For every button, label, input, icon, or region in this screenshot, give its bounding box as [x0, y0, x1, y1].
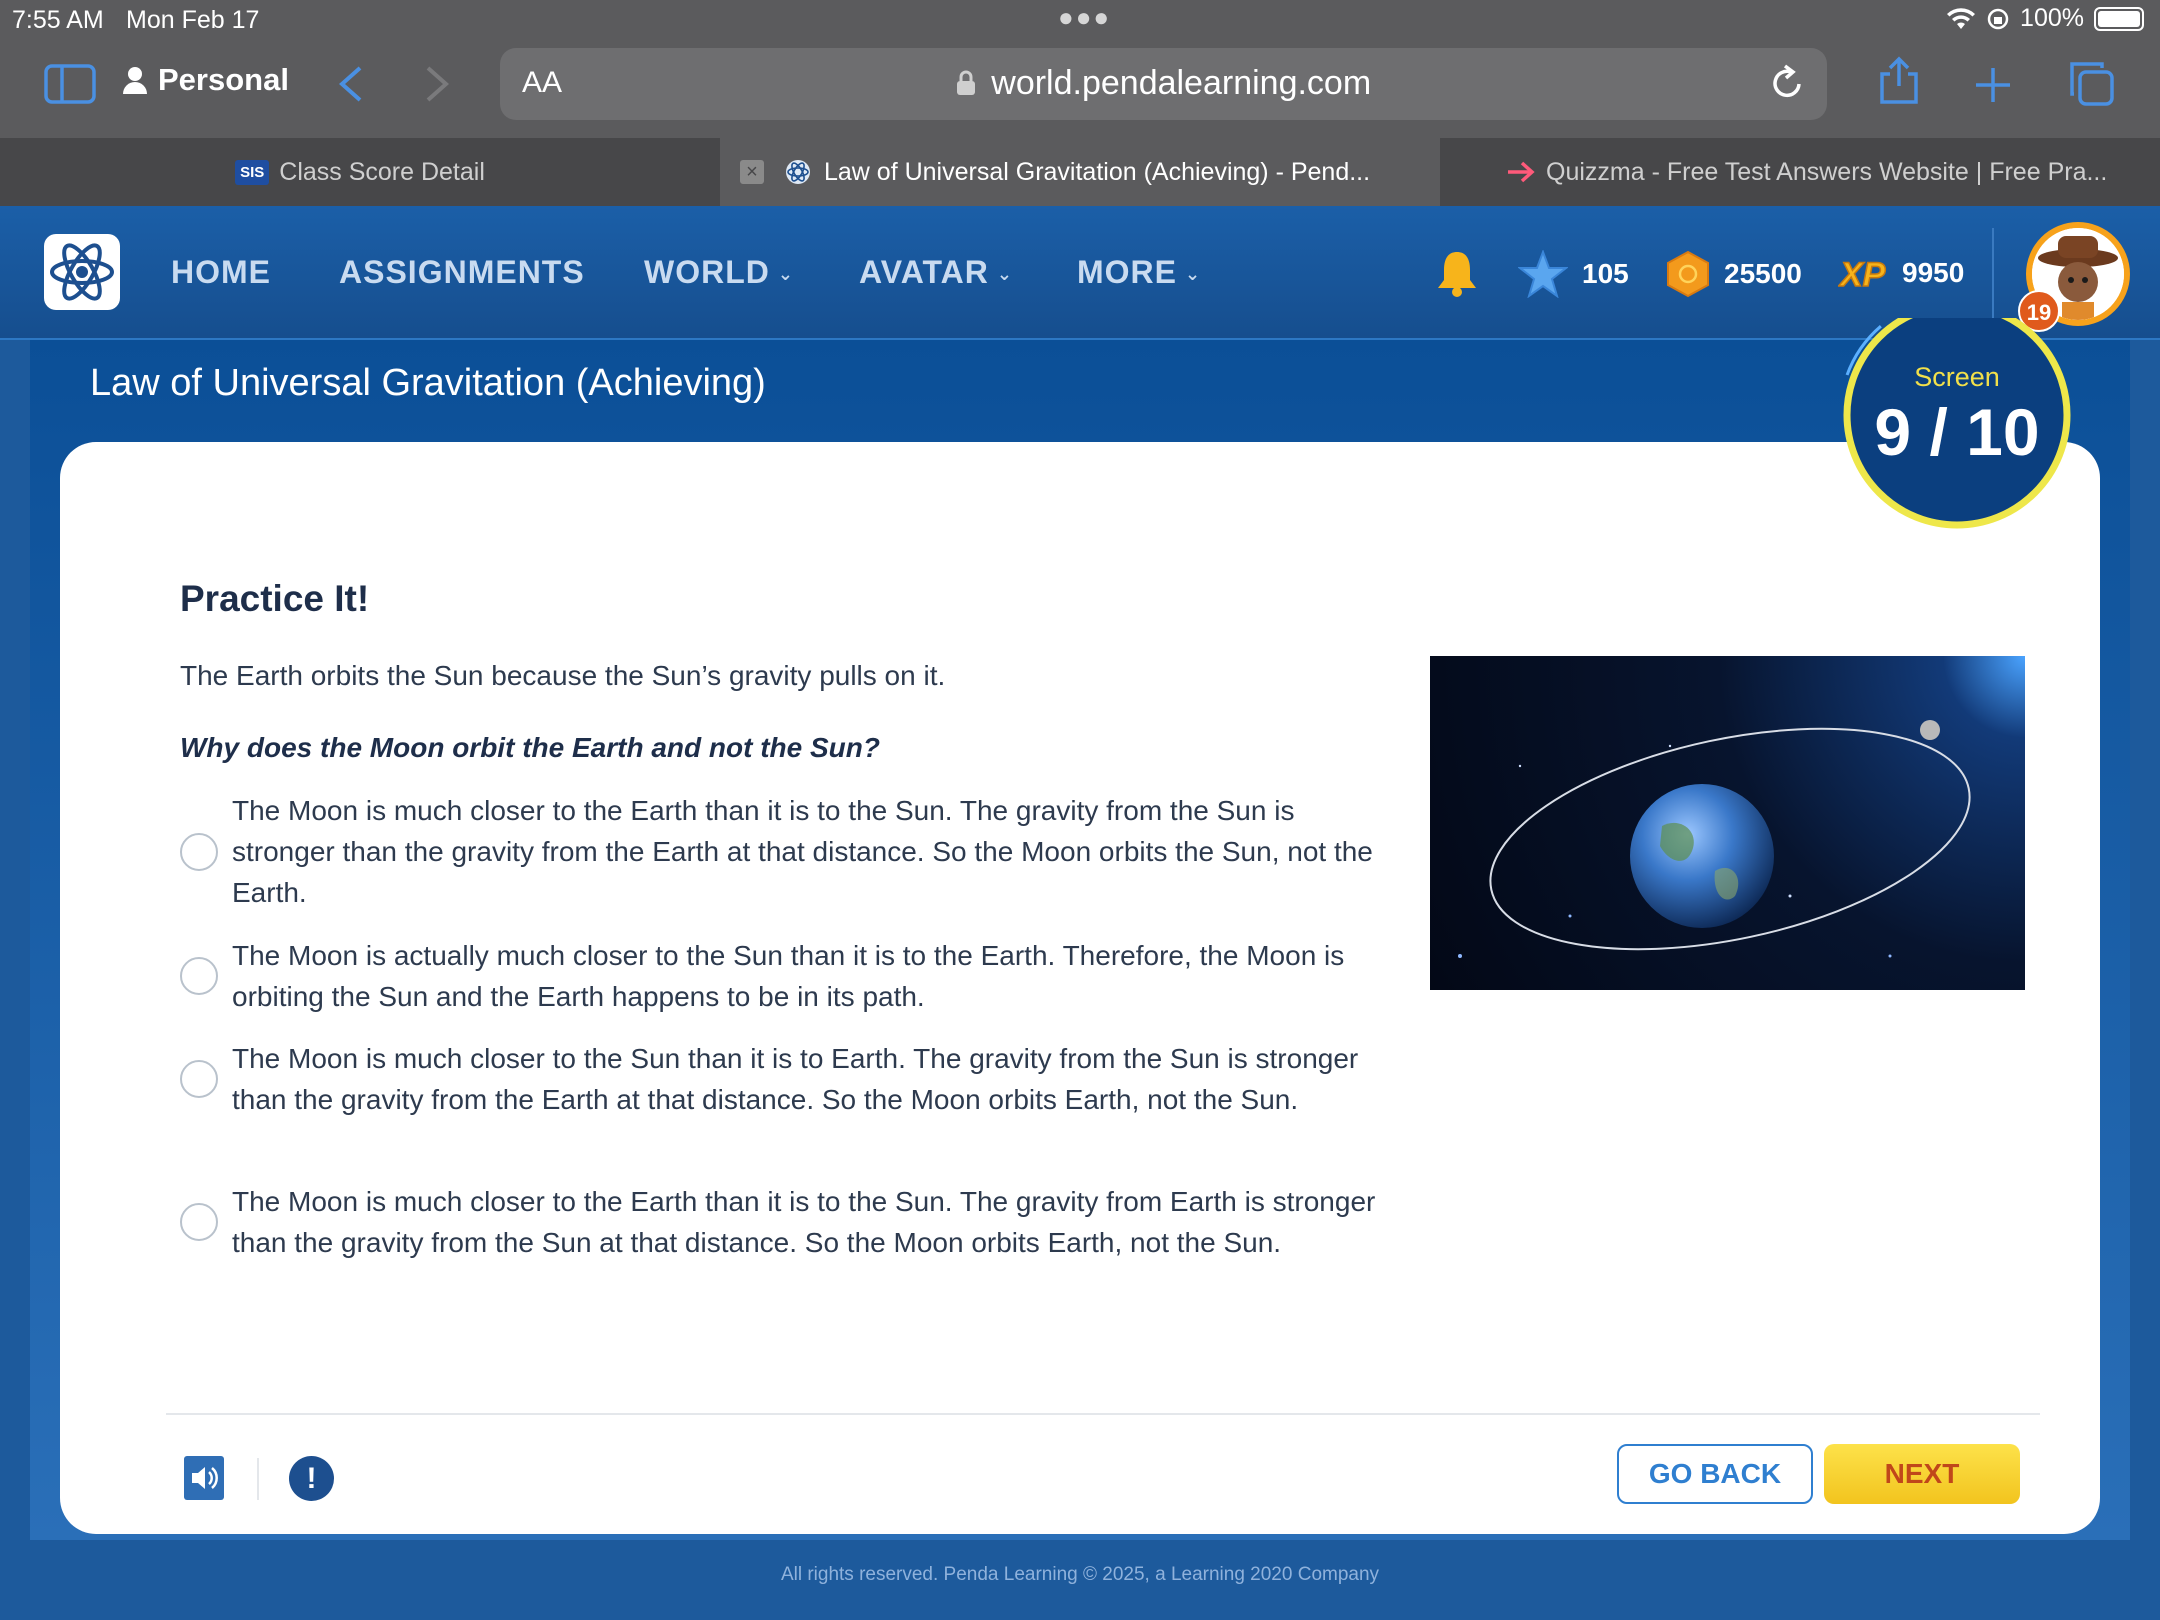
practice-heading: Practice It!	[180, 578, 370, 619]
tab-label: Quizzma - Free Test Answers Website | Fr…	[1546, 157, 2108, 186]
question-intro: The Earth orbits the Sun because the Sun…	[180, 660, 946, 691]
tabs-overview-icon[interactable]	[2068, 60, 2114, 106]
footer-separator	[257, 1458, 259, 1500]
battery-percent: 100%	[2020, 4, 2084, 32]
url-display: world.pendalearning.com	[500, 64, 1827, 103]
gems-stat: 25500	[1666, 250, 1802, 298]
penda-logo[interactable]	[44, 234, 120, 310]
nav-assignments[interactable]: ASSIGNMENTS	[339, 254, 585, 291]
atom-favicon-icon	[786, 160, 810, 184]
answer-option-4[interactable]: The Moon is much closer to the Earth tha…	[180, 1181, 1380, 1263]
screen-progress: 9 / 10	[1874, 395, 2040, 469]
status-right: 100%	[1946, 4, 2144, 33]
radio-button[interactable]	[180, 1060, 218, 1098]
xp-icon: XP	[1838, 255, 1886, 295]
go-back-button[interactable]: GO BACK	[1617, 1444, 1813, 1504]
speaker-icon	[192, 1467, 218, 1489]
stars-count: 105	[1582, 258, 1629, 289]
xp-stat: XP 9950	[1838, 250, 1964, 296]
browser-chrome: 7:55 AM Mon Feb 17 ●●● 100% Personal AA …	[0, 0, 2160, 138]
audio-button[interactable]	[184, 1456, 224, 1500]
arrow-right-favicon-icon	[1508, 161, 1535, 183]
nav-home[interactable]: HOME	[171, 254, 271, 291]
option-text: The Moon is much closer to the Sun than …	[232, 1043, 1359, 1115]
tab-gravitation[interactable]: × Law of Universal Gravitation (Achievin…	[720, 138, 1440, 206]
orientation-lock-icon	[1987, 8, 2009, 29]
nav-world[interactable]: WORLD ⌄	[644, 254, 794, 291]
chevron-down-icon: ⌄	[1185, 264, 1202, 285]
forward-arrow-icon[interactable]	[424, 64, 452, 104]
answer-option-1[interactable]: The Moon is much closer to the Earth tha…	[180, 790, 1380, 913]
option-text: The Moon is much closer to the Earth tha…	[232, 795, 1373, 908]
gem-coin-icon	[1667, 250, 1709, 298]
radio-button[interactable]	[180, 1203, 218, 1241]
lesson-title: Law of Universal Gravitation (Achieving)	[90, 362, 766, 404]
close-tab-icon[interactable]: ×	[740, 160, 764, 184]
chevron-down-icon: ⌄	[996, 264, 1013, 285]
chevron-down-icon: ⌄	[777, 264, 794, 285]
answer-option-2[interactable]: The Moon is actually much closer to the …	[180, 935, 1380, 1017]
url-text: world.pendalearning.com	[991, 64, 1372, 102]
lock-icon	[956, 70, 975, 95]
radio-button[interactable]	[180, 957, 218, 995]
share-icon[interactable]	[1878, 56, 1920, 106]
app-nav-bar: HOME ASSIGNMENTS WORLD ⌄ AVATAR ⌄ MORE ⌄ 10…	[0, 206, 2160, 340]
nav-avatar[interactable]: AVATAR ⌄	[859, 254, 1013, 291]
tab-label: Class Score Detail	[279, 157, 485, 186]
tab-quizzma[interactable]: Quizzma - Free Test Answers Website | Fr…	[1440, 138, 2160, 206]
safari-toolbar: Personal AA world.pendalearning.com	[0, 48, 2160, 122]
svg-text:XP: XP	[1838, 256, 1886, 294]
profile-name: Personal	[158, 62, 289, 97]
earth-orbit-illustration	[1458, 720, 1971, 958]
notification-bell-icon[interactable]	[1434, 248, 1480, 298]
back-arrow-icon[interactable]	[336, 64, 364, 104]
reload-icon[interactable]	[1769, 62, 1805, 102]
next-button[interactable]: NEXT	[1824, 1444, 2020, 1504]
tab-bar: SIS Class Score Detail × Law of Universa…	[0, 138, 2160, 206]
status-date: Mon Feb 17	[126, 6, 260, 34]
gems-count: 25500	[1724, 258, 1802, 289]
sidebar-toggle-icon[interactable]	[44, 64, 96, 104]
new-tab-plus-icon[interactable]	[1974, 66, 2012, 104]
nav-more-label: MORE	[1077, 254, 1177, 290]
nav-more[interactable]: MORE ⌄	[1077, 254, 1201, 291]
nav-world-label: WORLD	[644, 254, 770, 290]
report-issue-icon[interactable]: !	[289, 1456, 334, 1501]
address-bar[interactable]: AA world.pendalearning.com	[500, 48, 1827, 120]
copyright-text: All rights reserved. Penda Learning © 20…	[780, 1564, 1380, 1585]
status-time: 7:55 AM	[12, 6, 104, 34]
tab-class-score[interactable]: SIS Class Score Detail	[0, 138, 720, 206]
star-icon	[1518, 250, 1568, 298]
tab-label: Law of Universal Gravitation (Achieving)…	[824, 157, 1371, 186]
xp-count: 9950	[1902, 257, 1965, 288]
multitask-dots-icon[interactable]: ●●●	[1058, 2, 1111, 33]
screen-label: Screen	[1914, 362, 2000, 392]
question-prompt: Why does the Moon orbit the Earth and no…	[180, 732, 880, 763]
radio-button[interactable]	[180, 832, 218, 871]
profile-button[interactable]: Personal	[122, 62, 289, 98]
person-icon	[123, 67, 147, 94]
option-text: The Moon is much closer to the Earth tha…	[232, 1186, 1376, 1258]
status-bar: 7:55 AM Mon Feb 17 ●●● 100%	[0, 0, 2160, 40]
option-text: The Moon is actually much closer to the …	[232, 940, 1345, 1012]
atom-logo-icon	[50, 243, 114, 301]
footer-divider	[166, 1413, 2040, 1415]
nav-avatar-label: AVATAR	[859, 254, 989, 290]
nav-divider	[1992, 228, 1994, 318]
answer-option-3[interactable]: The Moon is much closer to the Sun than …	[180, 1038, 1380, 1120]
sis-badge: SIS	[235, 159, 270, 185]
wifi-icon	[1947, 7, 1976, 29]
earth-moon-orbit-image	[1430, 656, 2025, 990]
battery-icon	[2094, 6, 2144, 31]
stars-stat: 105	[1518, 250, 1629, 298]
